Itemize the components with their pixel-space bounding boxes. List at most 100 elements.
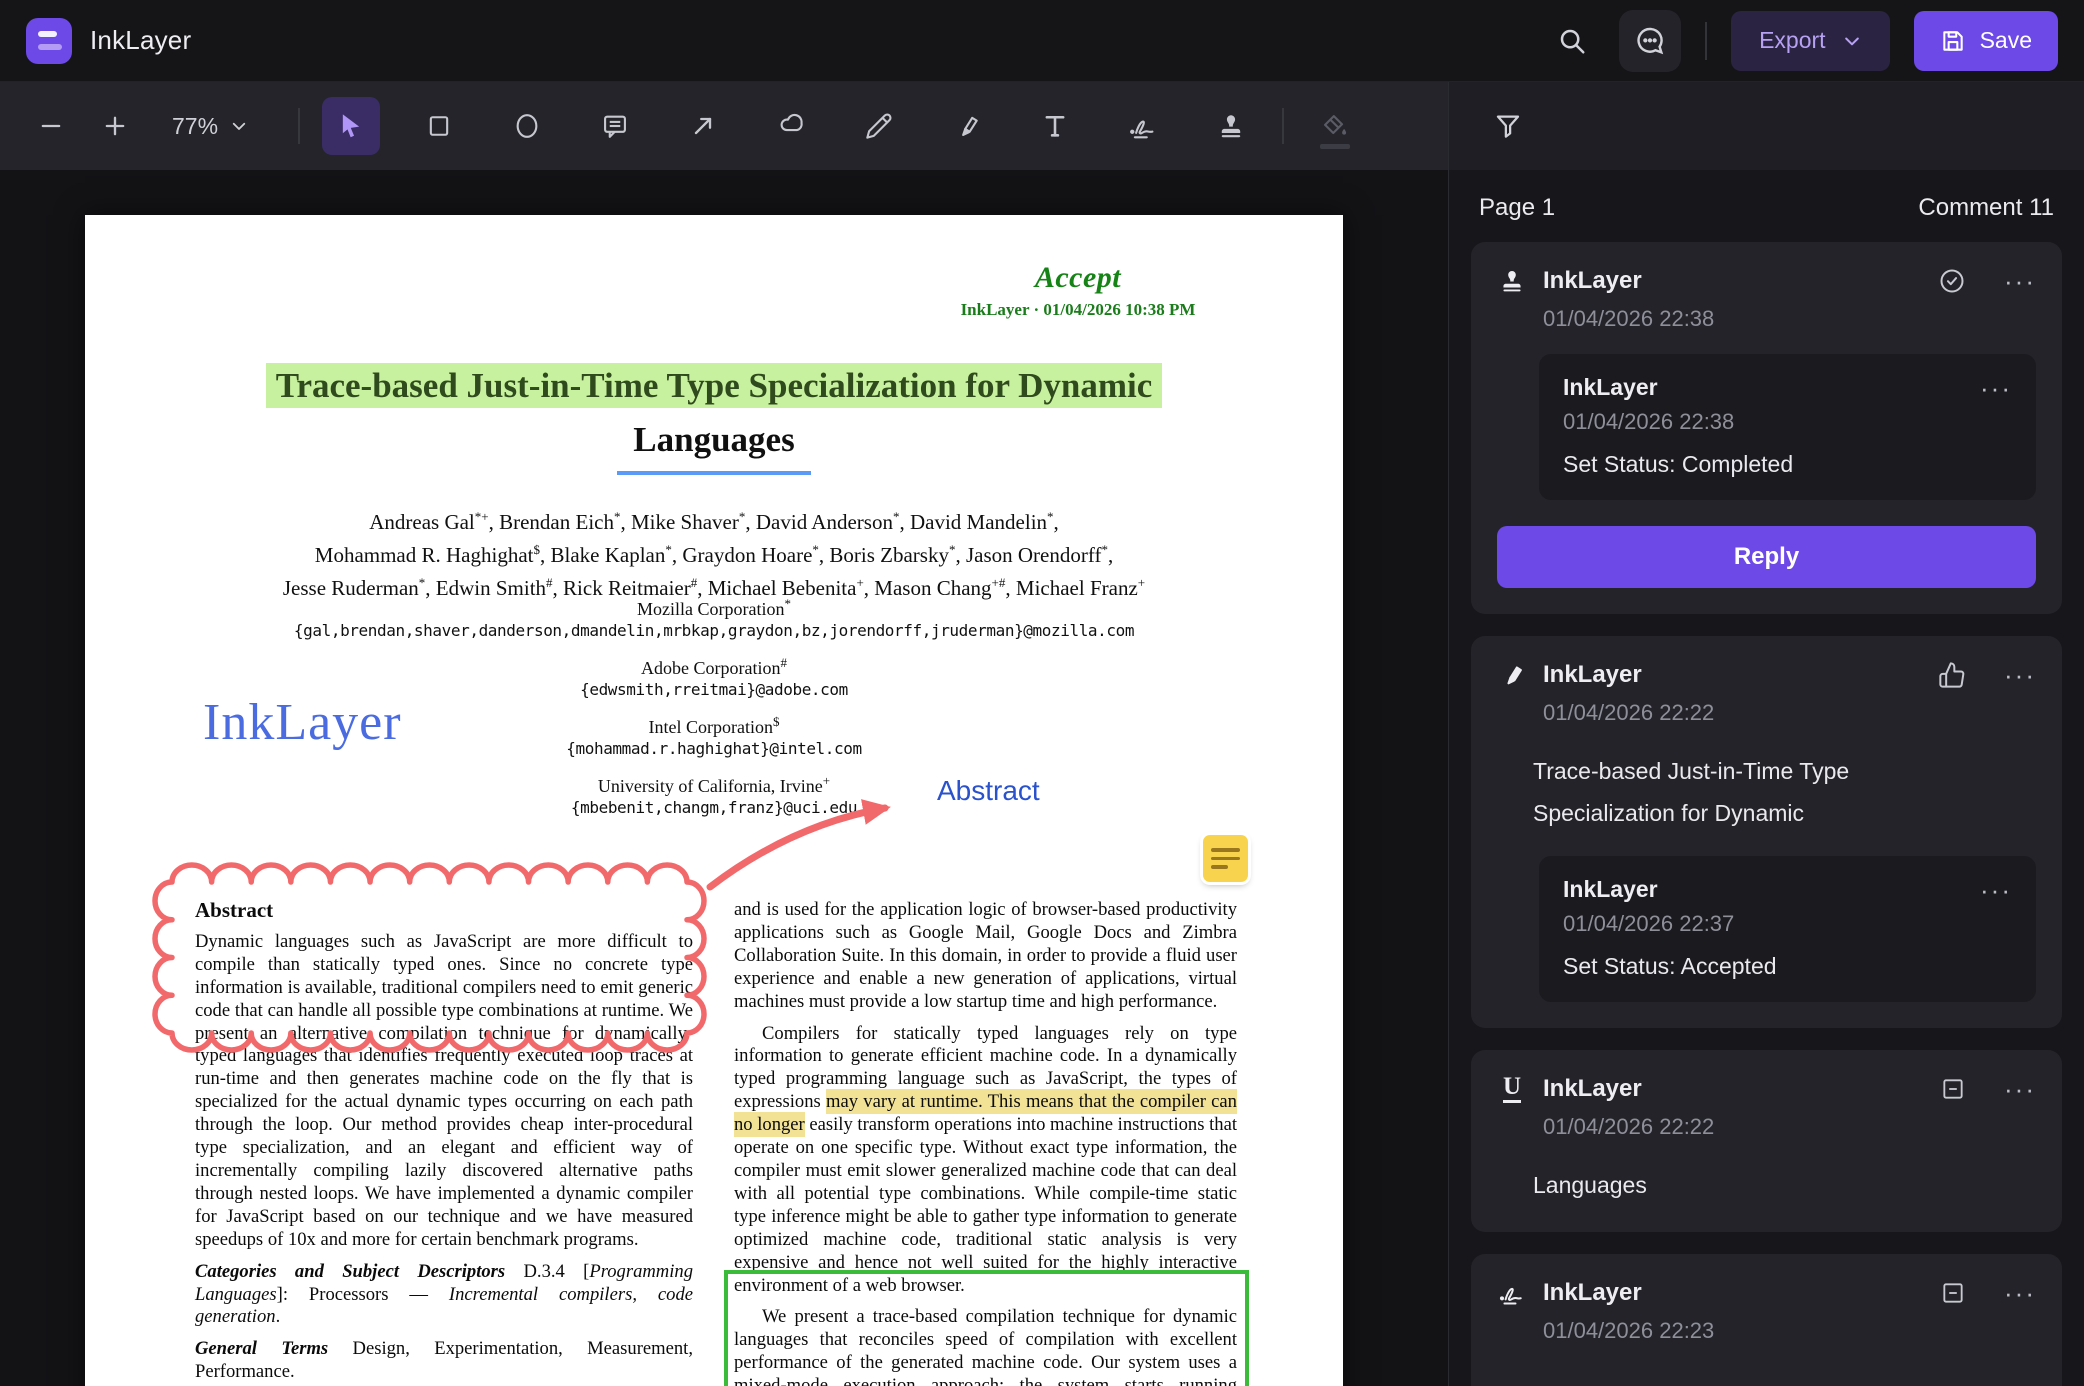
comment-icon (601, 112, 629, 140)
ellipsis-icon: ··· (1980, 372, 2012, 403)
ellipsis-icon: ··· (1980, 874, 2012, 905)
comment-body-line: Languages (1533, 1172, 1647, 1198)
comment-body-line: Trace-based Just-in-Time Type (1533, 758, 1850, 784)
toolbar-divider (298, 108, 301, 144)
minus-icon (37, 112, 65, 140)
chat-bubble-icon (1634, 25, 1666, 57)
arrow-tool[interactable] (674, 97, 732, 155)
cloud-icon (777, 112, 805, 140)
zoom-level-value: 77% (172, 112, 219, 139)
comment-author: InkLayer (1543, 661, 1642, 688)
select-tool[interactable] (322, 97, 381, 155)
ellipsis-icon: ··· (2004, 1074, 2036, 1104)
ellipsis-icon: ··· (2004, 266, 2036, 296)
like-button[interactable] (1938, 661, 1966, 689)
highlighter-icon (953, 112, 981, 140)
thumbs-up-icon (1938, 661, 1966, 689)
chevron-down-icon (230, 117, 248, 135)
affiliation-email: {gal,brendan,shaver,danderson,dmandelin,… (293, 621, 1135, 640)
zoom-out-button[interactable] (22, 97, 80, 155)
topbar-divider (1705, 21, 1708, 60)
app-title: InkLayer (90, 25, 192, 55)
comment-card-signature[interactable]: InkLayer ··· 01/04/2026 22:23 (1471, 1254, 2062, 1386)
affiliation-org: University of California, Irvine+ (597, 773, 831, 796)
author-line: Andreas Gal*+, Brendan Eich*, Mike Shave… (369, 509, 1059, 534)
reply-text: Set Status: Accepted (1563, 953, 1777, 979)
pencil-tool[interactable] (850, 97, 908, 155)
accept-stamp-annotation[interactable]: Accept InkLayer · 01/04/2026 10:38 PM (913, 261, 1243, 320)
highlighter-tool[interactable] (938, 97, 996, 155)
comment-card-underline[interactable]: U InkLayer ··· 01/04/2026 22:22 Language… (1471, 1050, 2062, 1232)
filter-comments-button[interactable] (1485, 103, 1531, 149)
text-tool[interactable] (1026, 97, 1084, 155)
square-minus-icon (1940, 1280, 1966, 1306)
zoom-level-dropdown[interactable]: 77% (172, 113, 248, 140)
reply-bubble: InkLayer ··· 01/04/2026 22:37 Set Status… (1539, 856, 2036, 1002)
abstract-paragraph: Dynamic languages such as JavaScript are… (195, 930, 693, 1250)
page-label: Page 1 (1479, 194, 1556, 221)
more-options-button[interactable]: ··· (2004, 1280, 2036, 1306)
collapse-button[interactable] (1940, 1076, 1966, 1102)
comments-sidebar: Page 1 Comment 11 InkLayer ··· 01/04/202… (1448, 82, 2084, 1386)
diagonal-arrow-icon (689, 112, 717, 140)
comment-body-line: Specialization for Dynamic (1533, 800, 1805, 826)
title-underline-annotation[interactable]: Languages (617, 417, 811, 475)
sidebar-toolbar (1449, 82, 2084, 170)
comment-tool[interactable] (586, 97, 644, 155)
reply-timestamp: 01/04/2026 22:38 (1563, 409, 1735, 434)
rectangle-icon (425, 112, 453, 140)
fill-color-swatch (1320, 144, 1351, 149)
affiliation-block: University of California, Irvine+ {mbebe… (214, 770, 1214, 818)
annotation-toolbar: 77% (0, 82, 1448, 170)
document-canvas[interactable]: Accept InkLayer · 01/04/2026 10:38 PM Tr… (0, 170, 1448, 1386)
author-line: Mohammad R. Haghighat$, Blake Kaplan*, G… (314, 542, 1114, 567)
signature-tool[interactable] (1114, 97, 1172, 155)
comment-body: Languages (1533, 1164, 2036, 1206)
fill-color-tool[interactable] (1306, 97, 1364, 155)
reply-author: InkLayer (1563, 374, 1658, 400)
comment-timestamp: 01/04/2026 22:38 (1543, 306, 1715, 331)
filter-funnel-icon (1493, 111, 1523, 141)
more-options-button[interactable]: ··· (1980, 874, 2012, 905)
ellipse-tool[interactable] (498, 97, 556, 155)
more-options-button[interactable]: ··· (2004, 266, 2036, 296)
comment-timestamp: 01/04/2026 22:22 (1543, 700, 1715, 725)
green-rectangle-annotation[interactable] (724, 1269, 1249, 1386)
app-window: InkLayer Export Save 77% Accept InkLayer… (0, 0, 2084, 1386)
comments-toggle-button[interactable] (1619, 9, 1682, 72)
affiliation-org: Mozilla Corporation* (637, 596, 791, 619)
sticky-note-icon[interactable] (1203, 835, 1248, 882)
signature-icon (1128, 111, 1158, 141)
reply-bubble: InkLayer ··· 01/04/2026 22:38 Set Status… (1539, 354, 2036, 500)
save-button[interactable]: Save (1913, 10, 2058, 71)
comment-body: Trace-based Just-in-Time Type Specializa… (1533, 750, 2036, 834)
zoom-in-button[interactable] (86, 97, 144, 155)
more-options-button[interactable]: ··· (1980, 372, 2012, 403)
comment-card-stamp[interactable]: InkLayer ··· 01/04/2026 22:38 InkLayer · (1471, 242, 2062, 614)
ellipse-icon (513, 112, 541, 140)
comment-card-highlight[interactable]: InkLayer ··· 01/04/2026 22:22 Trace-base… (1471, 636, 2062, 1028)
comments-panel: Page 1 Comment 11 InkLayer ··· 01/04/202… (1449, 170, 2084, 1386)
reply-button[interactable]: Reply (1497, 526, 2036, 588)
highlighter-icon (1497, 660, 1527, 690)
app-logo-icon (26, 17, 72, 64)
more-options-button[interactable]: ··· (2004, 1074, 2036, 1104)
title-highlight-annotation[interactable]: Trace-based Just-in-Time Type Specializa… (265, 363, 1163, 408)
search-icon (1557, 26, 1587, 56)
stamp-icon (1497, 266, 1527, 296)
more-options-button[interactable]: ··· (2004, 662, 2036, 688)
search-button[interactable] (1549, 18, 1595, 64)
categories-line: Categories and Subject Descriptors D.3.4… (195, 1260, 693, 1328)
rectangle-tool[interactable] (410, 97, 468, 155)
abstract-callout-annotation[interactable]: Abstract (937, 775, 1040, 807)
resolve-button[interactable] (1938, 267, 1966, 295)
export-button[interactable]: Export (1731, 10, 1890, 71)
reply-text: Set Status: Completed (1563, 451, 1794, 477)
cloud-tool[interactable] (762, 97, 820, 155)
collapse-button[interactable] (1940, 1280, 1966, 1306)
affiliation-email: {mbebenit,changm,franz}@uci.edu (570, 798, 858, 817)
signature-icon (1497, 1278, 1527, 1308)
inklayer-watermark: InkLayer (203, 694, 402, 751)
stamp-tool[interactable] (1202, 97, 1260, 155)
text-icon (1041, 112, 1069, 140)
